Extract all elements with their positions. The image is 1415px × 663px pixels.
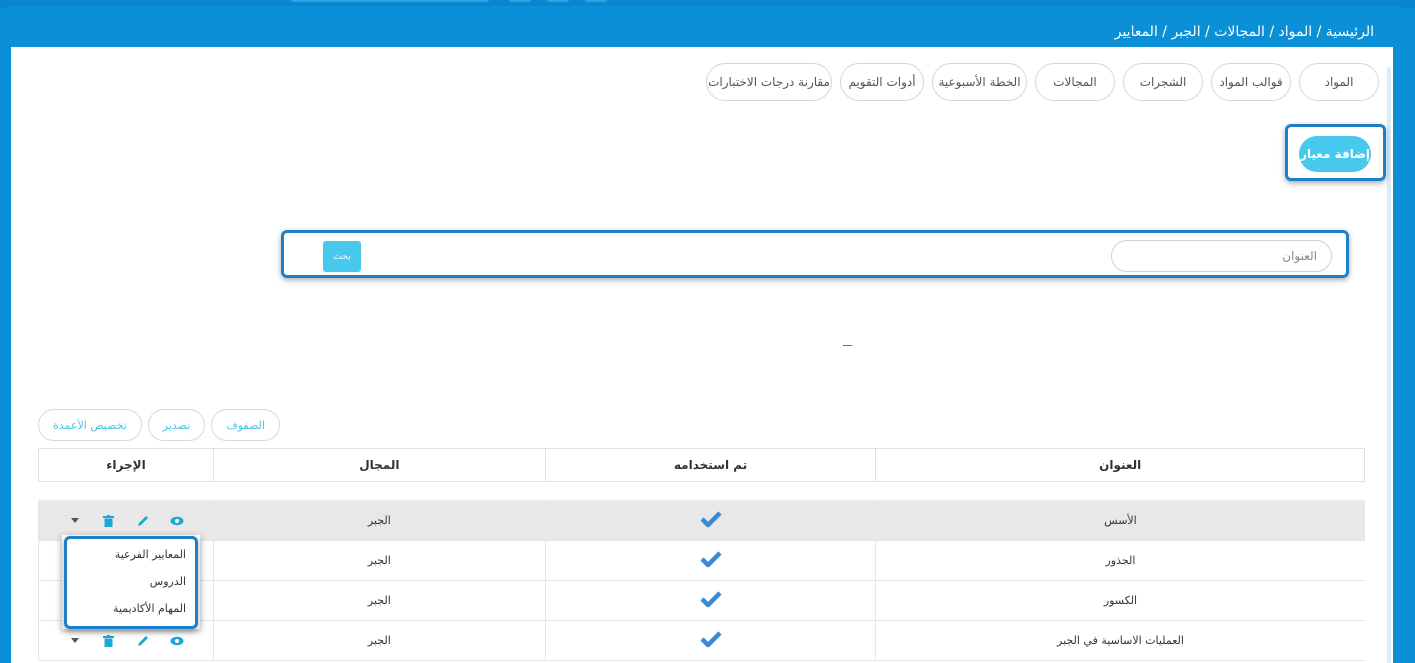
tab-weekly-plan[interactable]: الخطة الأسبوعية (932, 63, 1027, 101)
cell-title: العمليات الاساسية في الجبر (875, 620, 1365, 661)
highlight-dropdown (64, 536, 198, 629)
toolbar-pill (508, 0, 532, 2)
header-title[interactable]: العنوان (875, 448, 1365, 482)
eye-icon[interactable] (170, 634, 184, 648)
cell-domain: الجبر (212, 500, 546, 541)
tab-domains[interactable]: المجالات (1035, 63, 1115, 101)
search-button[interactable]: بحث (323, 241, 361, 272)
trash-icon[interactable] (102, 514, 116, 528)
table-row[interactable]: الكسور الجبر (38, 580, 1365, 621)
pencil-icon[interactable] (136, 634, 150, 648)
tab-trees[interactable]: الشجرات (1123, 63, 1203, 101)
header-action: الإجراء (38, 448, 214, 482)
filter-row (38, 481, 1365, 501)
standards-table: العنوان تم استخدامه المجال الإجراء الأسس… (38, 448, 1365, 661)
title-search-input[interactable] (1111, 240, 1332, 272)
add-standard-button[interactable]: إضافة معيار (1299, 136, 1371, 172)
loading-indicator (843, 345, 852, 346)
scrollbar[interactable] (1387, 67, 1391, 663)
header-used[interactable]: تم استخدامه (544, 448, 877, 482)
cell-title: الجذور (875, 540, 1365, 581)
toolbar-pill (584, 0, 608, 2)
cell-used (544, 580, 876, 621)
tab-test-score-comparison[interactable]: مقارنة درجات الاختبارات (706, 63, 832, 101)
check-icon (699, 511, 722, 528)
cell-title: الأسس (875, 500, 1365, 541)
export-button[interactable]: تصدير (147, 409, 206, 441)
tab-assessment-tools[interactable]: أدوات التقويم (840, 63, 924, 101)
caret-down-icon[interactable] (68, 514, 82, 528)
table-tools: تخصيص الأعمدة تصدير الصفوف (38, 409, 280, 441)
header-domain[interactable]: المجال (212, 448, 546, 482)
cell-title: الكسور (875, 580, 1365, 621)
check-icon (699, 591, 722, 608)
tab-material-templates[interactable]: قوالب المواد (1211, 63, 1291, 101)
check-icon (699, 551, 722, 568)
trash-icon[interactable] (102, 634, 116, 648)
cell-used (544, 500, 876, 541)
cell-domain: الجبر (212, 540, 546, 581)
cell-used (544, 620, 876, 661)
tab-bar: المواد قوالب المواد الشجرات المجالات الخ… (706, 63, 1379, 101)
cell-domain: الجبر (212, 580, 546, 621)
table-row[interactable]: الجذور الجبر (38, 540, 1365, 581)
table-row[interactable]: العمليات الاساسية في الجبر الجبر (38, 620, 1365, 661)
main-panel: المواد قوالب المواد الشجرات المجالات الخ… (11, 47, 1393, 663)
check-icon (699, 631, 722, 648)
customize-columns-button[interactable]: تخصيص الأعمدة (38, 409, 142, 441)
caret-down-icon[interactable] (68, 634, 82, 648)
table-row[interactable]: الأسس الجبر (38, 500, 1365, 541)
address-bar (290, 0, 490, 2)
eye-icon[interactable] (170, 514, 184, 528)
breadcrumb: الرئيسية / المواد / المجالات / الجبر / ا… (1114, 24, 1374, 40)
cell-used (544, 540, 876, 581)
toolbar-pill (546, 0, 570, 2)
table-header-row: العنوان تم استخدامه المجال الإجراء (38, 448, 1365, 482)
pencil-icon[interactable] (136, 514, 150, 528)
cell-domain: الجبر (212, 620, 546, 661)
tab-materials[interactable]: المواد (1299, 63, 1379, 101)
rows-button[interactable]: الصفوف (211, 409, 280, 441)
